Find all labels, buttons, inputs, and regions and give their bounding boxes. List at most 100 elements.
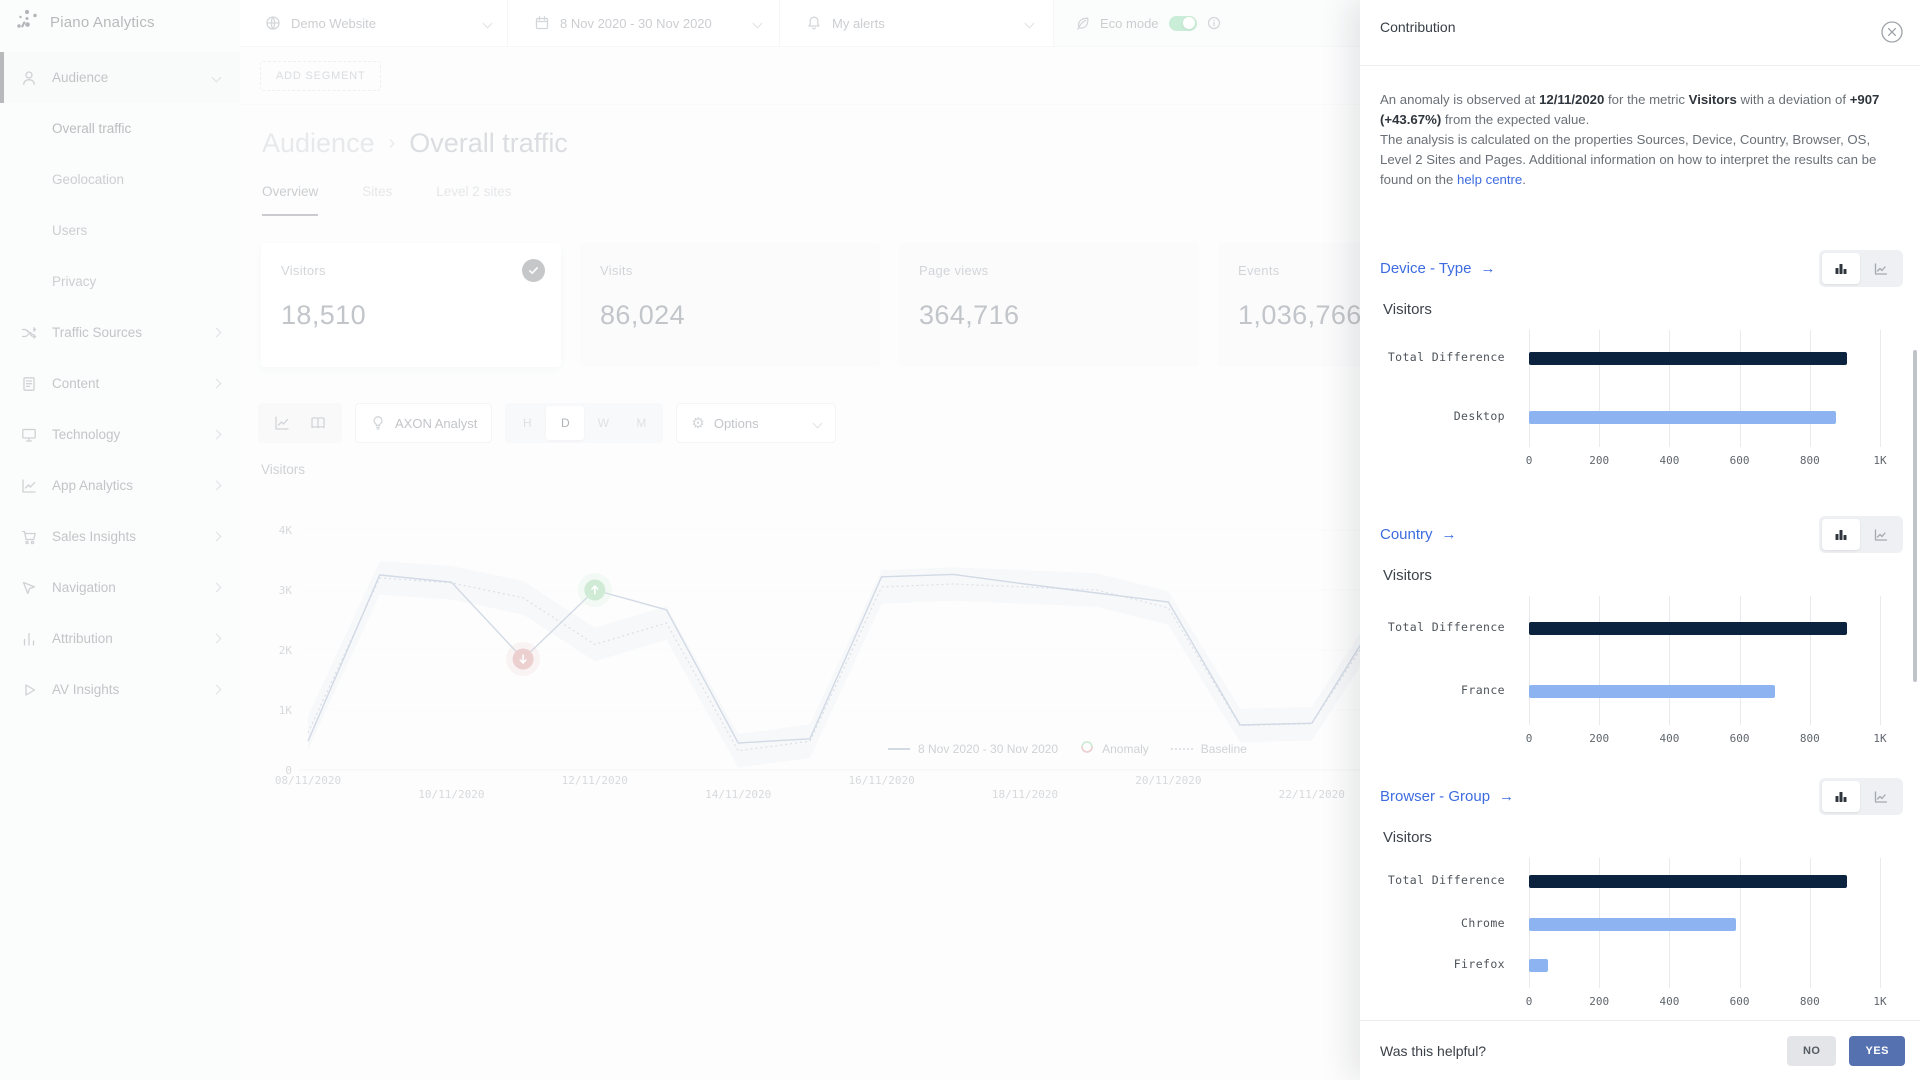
bar-total-difference <box>1529 622 1847 635</box>
section-title: Browser - Group <box>1380 788 1490 805</box>
legend-item-baseline[interactable]: Baseline <box>1171 742 1247 756</box>
sidebar-item-geolocation[interactable]: Geolocation <box>0 154 240 205</box>
chart-type-toggle-device-type <box>1819 250 1903 287</box>
sidebar-item-navigation[interactable]: Navigation <box>0 562 240 613</box>
chevron-right-icon <box>212 481 222 491</box>
svg-text:08/11/2020: 08/11/2020 <box>275 774 341 787</box>
line-chart-toggle-icon[interactable] <box>1862 253 1900 284</box>
svg-text:20/11/2020: 20/11/2020 <box>1135 774 1201 787</box>
bar-label-france: France <box>1360 683 1505 697</box>
tab-overview[interactable]: Overview <box>262 184 318 216</box>
breadcrumb-overall-traffic: Overall traffic <box>409 128 568 159</box>
sidebar-item-technology[interactable]: Technology <box>0 409 240 460</box>
anomaly-description: An anomaly is observed at 12/11/2020 for… <box>1380 90 1904 190</box>
arrow-right-icon <box>1480 260 1495 277</box>
leaf-icon <box>1074 15 1090 31</box>
section-title: Country <box>1380 526 1433 543</box>
chevron-right-icon <box>212 430 222 440</box>
metric-card-visitors[interactable]: Visitors18,510 <box>261 243 561 367</box>
chevron-right-icon <box>212 328 222 338</box>
sidebar-item-attribution[interactable]: Attribution <box>0 613 240 664</box>
gear-icon: ⚙ <box>691 416 704 431</box>
anomaly-marker-up[interactable] <box>578 573 612 607</box>
breadcrumb-audience[interactable]: Audience <box>262 128 375 159</box>
bar-chart-toggle-icon[interactable] <box>1822 253 1860 284</box>
app-root: Piano Analytics AudienceOverall trafficG… <box>0 0 1920 1080</box>
bar-label-desktop: Desktop <box>1360 409 1505 423</box>
granularity-w[interactable]: W <box>584 406 622 440</box>
bar-chart-toggle-icon[interactable] <box>1822 781 1860 812</box>
section-title: Device - Type <box>1380 260 1471 277</box>
info-icon[interactable] <box>1207 16 1221 30</box>
sidebar-item-traffic-sources[interactable]: Traffic Sources <box>0 307 240 358</box>
panel-scrollbar[interactable] <box>1913 350 1917 682</box>
lightbulb-icon <box>370 415 386 431</box>
line-chart-toggle-icon[interactable] <box>1862 781 1900 812</box>
feedback-yes-button[interactable]: YES <box>1849 1036 1905 1066</box>
axis-tick-label: 0 <box>1507 732 1551 745</box>
granularity-d[interactable]: D <box>546 406 584 440</box>
line-chart-toggle-icon[interactable] <box>1862 519 1900 550</box>
sidebar-item-av-insights[interactable]: AV Insights <box>0 664 240 715</box>
metric-card-page-views[interactable]: Page views364,716 <box>899 243 1199 367</box>
sidebar-item-sales-insights[interactable]: Sales Insights <box>0 511 240 562</box>
sidebar-item-privacy[interactable]: Privacy <box>0 256 240 307</box>
section-link-browser-group[interactable]: Browser - Group <box>1380 786 1514 806</box>
sidebar-item-content[interactable]: Content <box>0 358 240 409</box>
add-segment-button[interactable]: ADD SEGMENT <box>260 61 381 91</box>
bar-total-difference <box>1529 352 1847 365</box>
eco-mode-toggle[interactable] <box>1169 16 1197 31</box>
chevron-down-icon <box>212 73 222 83</box>
svg-text:4K: 4K <box>279 524 293 537</box>
sidebar-item-audience[interactable]: Audience <box>0 52 240 103</box>
my-alerts-label: My alerts <box>832 16 885 31</box>
tab-level-2-sites[interactable]: Level 2 sites <box>436 184 511 216</box>
axon-analyst-button[interactable]: AXON Analyst <box>355 403 492 443</box>
sidebar-item-label: Sales Insights <box>52 529 213 544</box>
chevron-down-icon <box>1025 18 1035 28</box>
sidebar-item-users[interactable]: Users <box>0 205 240 256</box>
bar-total-difference <box>1529 875 1847 888</box>
bar-chart-toggle-icon[interactable] <box>1822 519 1860 550</box>
metric-value: 364,716 <box>919 300 1179 331</box>
sidebar-item-overall-traffic[interactable]: Overall traffic <box>0 103 240 154</box>
anomaly-marker-down[interactable] <box>506 642 540 676</box>
topbar: Demo Website 8 Nov 2020 - 30 Nov 2020 My… <box>240 0 1360 47</box>
gridline <box>1880 596 1881 725</box>
panel-title: Contribution <box>1380 19 1456 35</box>
legend-item-anomaly[interactable]: Anomaly <box>1080 740 1149 757</box>
date-range-picker[interactable]: 8 Nov 2020 - 30 Nov 2020 <box>507 0 779 46</box>
my-alerts-menu[interactable]: My alerts <box>779 0 1053 46</box>
eco-mode-label: Eco mode <box>1100 16 1159 31</box>
sidebar-item-label: Traffic Sources <box>52 325 213 340</box>
main-content: Demo Website 8 Nov 2020 - 30 Nov 2020 My… <box>240 0 1360 1080</box>
axis-tick-label: 200 <box>1577 732 1621 745</box>
close-icon[interactable] <box>1879 19 1905 45</box>
metric-card-visits[interactable]: Visits86,024 <box>580 243 880 367</box>
site-selector[interactable]: Demo Website <box>240 0 507 46</box>
granularity-m[interactable]: M <box>622 406 660 440</box>
metric-value: 86,024 <box>600 300 860 331</box>
help-centre-link[interactable]: help centre <box>1457 172 1522 187</box>
section-link-country[interactable]: Country <box>1380 524 1457 544</box>
map-view-icon[interactable] <box>309 414 327 432</box>
line-chart-view-icon[interactable] <box>273 414 291 432</box>
gridline <box>1529 330 1530 447</box>
anomaly-swatch <box>1080 740 1094 757</box>
sidebar-item-app-analytics[interactable]: App Analytics <box>0 460 240 511</box>
legend-item-8-nov-2020-30-nov-2020[interactable]: 8 Nov 2020 - 30 Nov 2020 <box>888 742 1058 756</box>
section-link-device-type[interactable]: Device - Type <box>1380 258 1495 278</box>
chevron-down-icon <box>483 18 493 28</box>
bell-icon <box>806 15 822 31</box>
chart-controls: AXON Analyst HDWM ⚙ Options <box>258 403 836 443</box>
chevron-right-icon <box>212 634 222 644</box>
app-logo[interactable]: Piano Analytics <box>14 8 155 36</box>
options-dropdown[interactable]: ⚙ Options <box>676 403 836 443</box>
feedback-no-button[interactable]: NO <box>1787 1036 1837 1066</box>
series-line-swatch <box>888 748 910 750</box>
tab-sites[interactable]: Sites <box>362 184 392 216</box>
sidebar-item-label: App Analytics <box>52 478 213 493</box>
arrow-right-icon <box>1499 788 1514 805</box>
eco-mode-control: Eco mode <box>1053 0 1360 46</box>
granularity-h[interactable]: H <box>508 406 546 440</box>
